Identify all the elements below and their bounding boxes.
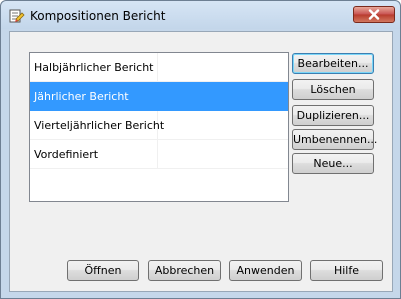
list-item-label: Jährlicher Bericht bbox=[34, 90, 129, 103]
list-item-label: Halbjährlicher Bericht bbox=[34, 61, 154, 74]
cancel-button[interactable]: Abbrechen bbox=[148, 260, 221, 281]
list-item-name-cell: Vierteljährlicher Bericht bbox=[30, 111, 164, 139]
dialog-body: Halbjährlicher Bericht Jährlicher Berich… bbox=[9, 31, 393, 292]
list-item-selected[interactable]: Jährlicher Bericht bbox=[30, 82, 288, 111]
list-item[interactable]: Halbjährlicher Bericht bbox=[30, 53, 288, 82]
close-button[interactable] bbox=[353, 6, 395, 23]
list-item-label: Vordefiniert bbox=[34, 148, 99, 161]
list-item[interactable]: Vordefiniert bbox=[30, 140, 288, 169]
duplicate-button[interactable]: Duplizieren... bbox=[292, 105, 374, 126]
close-icon bbox=[368, 9, 380, 20]
composition-list[interactable]: Halbjährlicher Bericht Jährlicher Berich… bbox=[29, 52, 289, 202]
apply-button[interactable]: Anwenden bbox=[229, 260, 302, 281]
dialog-window: Kompositionen Bericht Halbjährlicher Ber… bbox=[0, 0, 401, 299]
list-item-name-cell: Jährlicher Bericht bbox=[30, 82, 158, 110]
window-title: Kompositionen Bericht bbox=[30, 9, 166, 23]
help-button[interactable]: Hilfe bbox=[310, 260, 383, 281]
rename-button[interactable]: Umbenennen... bbox=[292, 129, 377, 150]
list-item-name-cell: Halbjährlicher Bericht bbox=[30, 53, 158, 81]
new-button[interactable]: Neue... bbox=[292, 153, 374, 174]
delete-button[interactable]: Löschen bbox=[292, 79, 374, 100]
edit-button[interactable]: Bearbeiten... bbox=[292, 53, 374, 74]
report-composition-icon bbox=[9, 8, 25, 24]
title-bar[interactable]: Kompositionen Bericht bbox=[1, 1, 400, 29]
list-item[interactable]: Vierteljährlicher Bericht bbox=[30, 111, 288, 140]
list-item-label: Vierteljährlicher Bericht bbox=[34, 119, 165, 132]
list-item-name-cell: Vordefiniert bbox=[30, 140, 158, 168]
open-button[interactable]: Öffnen bbox=[67, 260, 139, 281]
